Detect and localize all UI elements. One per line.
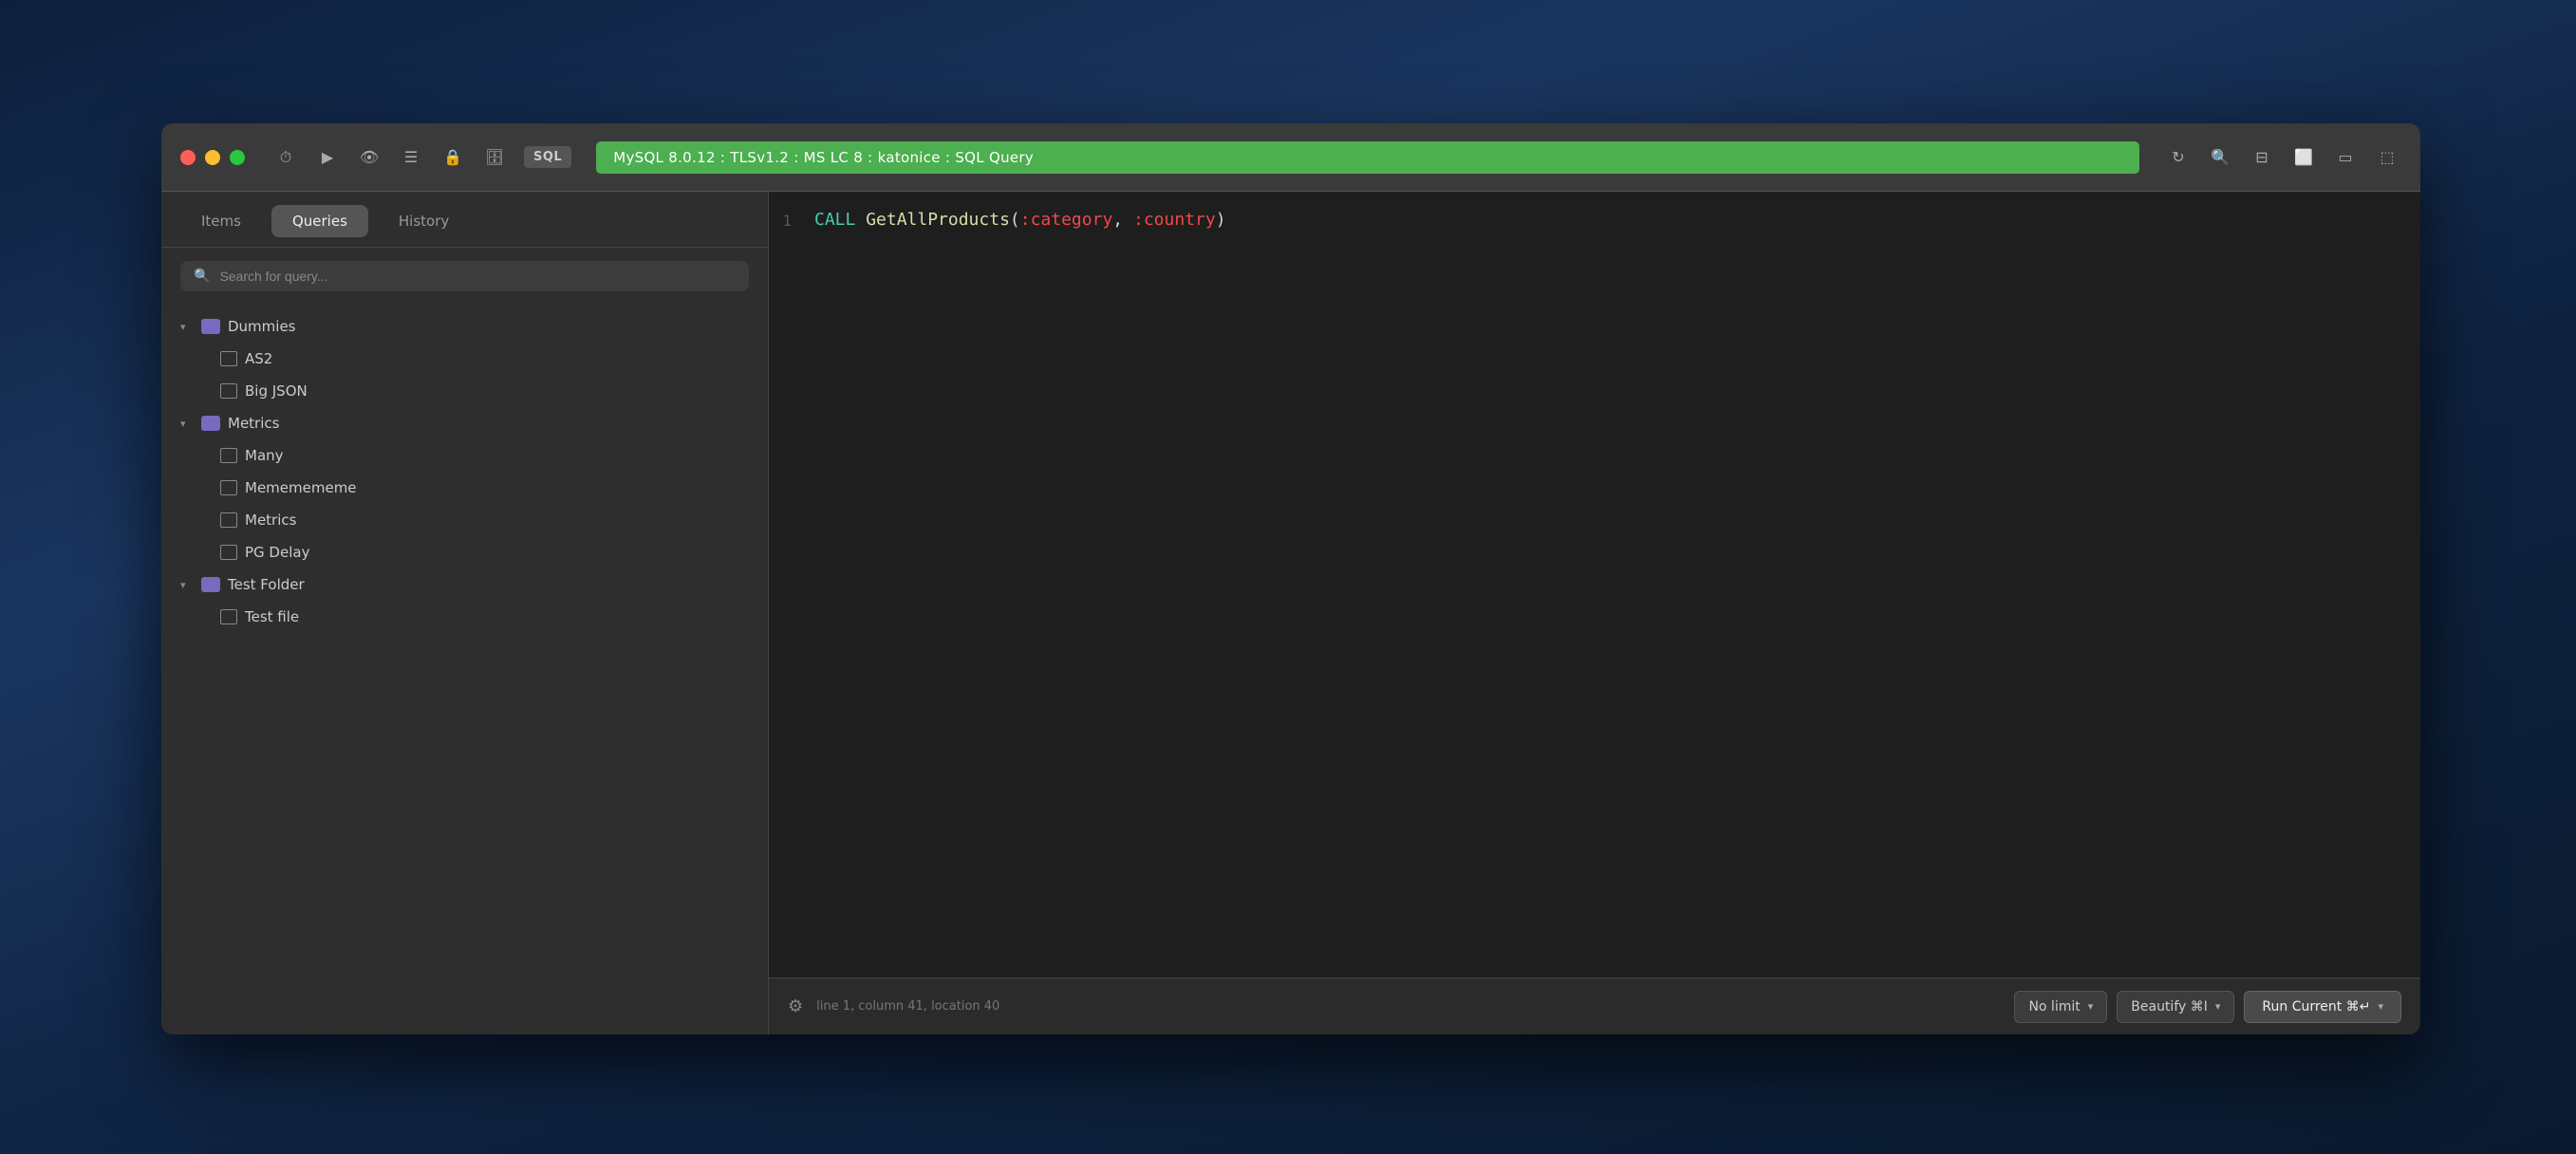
file-label-pg-delay: PG Delay	[245, 544, 309, 561]
folder-metrics[interactable]: ▾ Metrics	[161, 407, 768, 439]
tree-list: ▾ Dummies AS2 Big JSON ▾	[161, 305, 768, 1034]
folder-icon-test-folder	[201, 577, 220, 592]
comma-separator: ,	[1112, 210, 1133, 230]
search-input[interactable]	[219, 269, 736, 284]
panel-icon[interactable]: ▭	[2331, 143, 2360, 172]
file-label-metrics: Metrics	[245, 512, 296, 529]
file-icon-mememememe	[220, 480, 237, 495]
main-content: Items Queries History 🔍 ▾ Dummies A	[161, 192, 2420, 1034]
search-icon[interactable]: 🔍	[2206, 143, 2234, 172]
folder-label-metrics: Metrics	[228, 415, 279, 432]
file-icon-pg-delay	[220, 545, 237, 560]
no-limit-label: No limit	[2028, 999, 2080, 1014]
folder-icon-dummies	[201, 319, 220, 334]
sidebar: Items Queries History 🔍 ▾ Dummies A	[161, 192, 769, 1034]
lock-icon[interactable]: 🔒	[439, 143, 467, 172]
file-label-big-json: Big JSON	[245, 382, 308, 400]
file-mememememe[interactable]: Mememememe	[161, 472, 768, 504]
chevron-down-icon: ▾	[2215, 1000, 2221, 1013]
no-limit-dropdown[interactable]: No limit ▾	[2014, 991, 2107, 1023]
eye-icon[interactable]: 👁	[355, 143, 383, 172]
settings-icon[interactable]: ⚙	[788, 996, 803, 1016]
file-icon-as2	[220, 351, 237, 366]
folder-label-test-folder: Test Folder	[228, 576, 305, 593]
tab-items[interactable]: Items	[180, 205, 262, 237]
bottom-controls: No limit ▾ Beautify ⌘I ▾ Run Current ⌘↵ …	[2014, 991, 2401, 1023]
chevron-down-icon: ▾	[180, 579, 194, 591]
sidebar-tabs: Items Queries History	[161, 192, 768, 248]
search-icon-small: 🔍	[194, 269, 210, 284]
tab-queries[interactable]: Queries	[271, 205, 368, 237]
param-category: :category	[1020, 210, 1113, 230]
database-icon[interactable]: 🗄	[480, 143, 509, 172]
code-line-1: CALL GetAllProducts(:category, :country)	[814, 207, 2420, 234]
folder-icon-metrics	[201, 416, 220, 431]
history-icon[interactable]: ⏱	[271, 143, 300, 172]
file-label-as2: AS2	[245, 350, 272, 367]
chevron-down-icon: ▾	[2378, 1000, 2383, 1013]
file-as2[interactable]: AS2	[161, 343, 768, 375]
app-window: ⏱ ▶ 👁 ☰ 🔒 🗄 SQL MySQL 8.0.12 : TLSv1.2 :…	[161, 123, 2420, 1034]
sidebar-toggle-icon[interactable]: ⬜	[2289, 143, 2318, 172]
maximize-button[interactable]	[230, 150, 245, 165]
folder-test-folder[interactable]: ▾ Test Folder	[161, 568, 768, 601]
fullscreen-icon[interactable]: ⬚	[2373, 143, 2401, 172]
close-button[interactable]	[180, 150, 196, 165]
run-current-button[interactable]: Run Current ⌘↵ ▾	[2244, 991, 2401, 1023]
file-label-mememememe: Mememememe	[245, 479, 357, 496]
keyword-call: CALL	[814, 210, 866, 230]
file-label-test-file: Test file	[245, 608, 299, 625]
list-icon[interactable]: ☰	[397, 143, 425, 172]
file-many[interactable]: Many	[161, 439, 768, 472]
beautify-label: Beautify ⌘I	[2131, 999, 2208, 1014]
editor-line-1: 1 CALL GetAllProducts(:category, :countr…	[769, 207, 2420, 234]
editor-area: 1 CALL GetAllProducts(:category, :countr…	[769, 192, 2420, 1034]
file-test-file[interactable]: Test file	[161, 601, 768, 633]
minimize-button[interactable]	[205, 150, 220, 165]
line-number-1: 1	[769, 207, 814, 233]
file-icon-big-json	[220, 383, 237, 399]
search-bar: 🔍	[180, 261, 749, 291]
titlebar: ⏱ ▶ 👁 ☰ 🔒 🗄 SQL MySQL 8.0.12 : TLSv1.2 :…	[161, 123, 2420, 192]
chevron-down-icon: ▾	[2088, 1000, 2094, 1013]
folder-label-dummies: Dummies	[228, 318, 296, 335]
split-icon[interactable]: ⊟	[2248, 143, 2276, 172]
param-country: :country	[1133, 210, 1216, 230]
file-metrics[interactable]: Metrics	[161, 504, 768, 536]
refresh-icon[interactable]: ↻	[2164, 143, 2193, 172]
titlebar-left-icons: ⏱ ▶ 👁 ☰ 🔒 🗄	[271, 143, 509, 172]
paren-open: (	[1010, 210, 1020, 230]
paren-close: )	[1216, 210, 1226, 230]
editor-status-text: line 1, column 41, location 40	[816, 999, 2001, 1014]
run-current-label: Run Current ⌘↵	[2262, 999, 2370, 1014]
file-pg-delay[interactable]: PG Delay	[161, 536, 768, 568]
sql-badge: SQL	[524, 146, 571, 168]
titlebar-right-icons: ↻ 🔍 ⊟ ⬜ ▭ ⬚	[2164, 143, 2401, 172]
file-icon-many	[220, 448, 237, 463]
play-icon[interactable]: ▶	[313, 143, 342, 172]
file-icon-metrics	[220, 512, 237, 528]
editor-bottom-bar: ⚙ line 1, column 41, location 40 No limi…	[769, 977, 2420, 1034]
chevron-down-icon: ▾	[180, 321, 194, 333]
tab-history[interactable]: History	[378, 205, 470, 237]
function-name: GetAllProducts	[866, 210, 1010, 230]
beautify-dropdown[interactable]: Beautify ⌘I ▾	[2117, 991, 2234, 1023]
connection-bar: MySQL 8.0.12 : TLSv1.2 : MS LC 8 : katon…	[596, 141, 2139, 174]
chevron-down-icon: ▾	[180, 418, 194, 430]
file-label-many: Many	[245, 447, 284, 464]
folder-dummies[interactable]: ▾ Dummies	[161, 310, 768, 343]
editor-content[interactable]: 1 CALL GetAllProducts(:category, :countr…	[769, 192, 2420, 977]
file-icon-test-file	[220, 609, 237, 624]
traffic-lights	[180, 150, 245, 165]
file-big-json[interactable]: Big JSON	[161, 375, 768, 407]
